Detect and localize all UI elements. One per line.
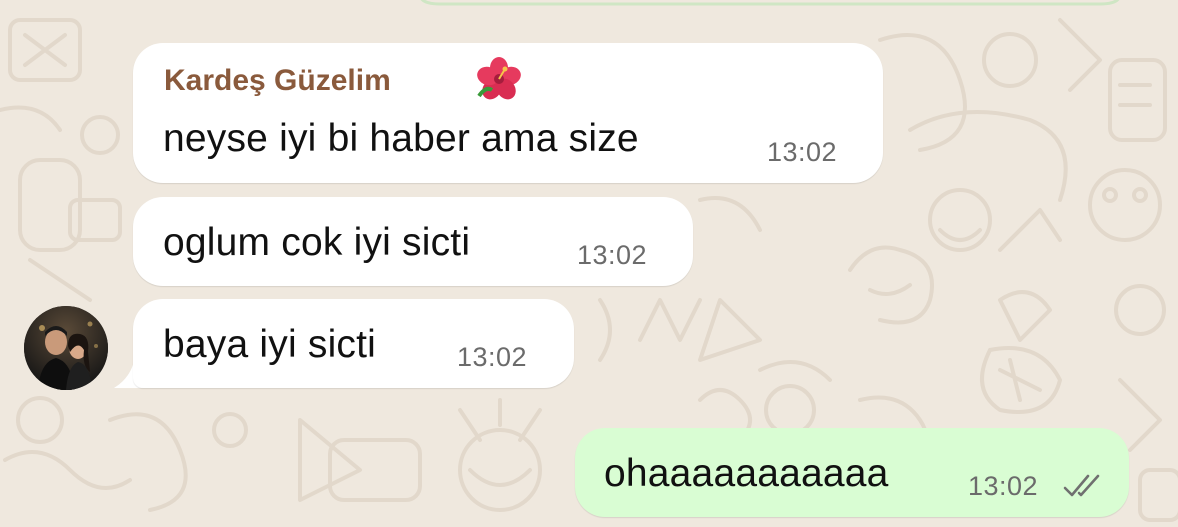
message-bubble-incoming[interactable]: Kardeş Güzelim neyse iyi bi haber ama si…	[133, 43, 883, 183]
message-time: 13:02	[457, 342, 528, 372]
hibiscus-icon	[477, 57, 521, 100]
message-text: neyse iyi bi haber ama size	[163, 117, 639, 160]
message-bubble-incoming[interactable]: oglum cok iyi sicti 13:02	[133, 197, 693, 286]
sender-name: Kardeş Güzelim	[164, 64, 391, 97]
message-text: oglum cok iyi sicti	[163, 221, 471, 264]
message-text: ohaaaaaaaaaaa	[604, 452, 889, 495]
message-time: 13:02	[577, 240, 648, 270]
sender-avatar[interactable]	[24, 306, 108, 390]
message-bubble-incoming[interactable]: baya iyi sicti 13:02	[133, 299, 574, 388]
message-time: 13:02	[968, 471, 1039, 501]
message-time: 13:02	[767, 137, 838, 167]
double-check-icon	[1063, 474, 1100, 497]
avatar-photo	[24, 306, 108, 390]
message-text: baya iyi sicti	[163, 323, 377, 366]
message-bubble-outgoing[interactable]: ohaaaaaaaaaaa 13:02	[575, 428, 1129, 517]
